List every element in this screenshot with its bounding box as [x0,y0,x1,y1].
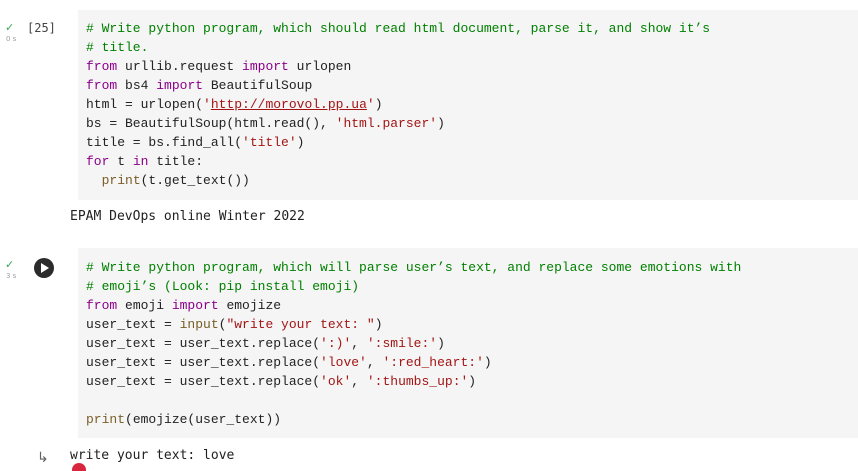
code-token: 'html.parser' [335,116,438,131]
code-content-2[interactable]: # Write python program, which will parse… [86,258,741,429]
code-token: emojize [218,298,282,313]
code-token: 'love' [320,355,367,370]
exec-time: 3 s [6,272,17,280]
code-token: user_text = user_text.replace( [86,336,321,351]
code-token: ' [203,97,211,112]
code-token: 'ok' [320,374,352,389]
code-token: ) [374,317,383,332]
code-token: from [86,298,118,313]
code-token: , [351,374,367,389]
play-icon [41,263,49,273]
code-token: (emojize(user_text)) [125,412,282,427]
code-token: # emoji’s (Look: pip install emoji) [86,279,360,294]
code-token: ) [437,116,445,131]
code-token: ) [437,336,445,351]
code-token: ':thumbs_up:' [366,374,469,389]
code-line[interactable]: print(emojize(user_text)) [86,410,741,429]
code-token: html = urlopen( [86,97,204,112]
check-icon: ✓ [5,21,15,34]
code-token: user_text = [86,317,180,332]
code-token: bs = BeautifulSoup(html.read(), [86,116,336,131]
run-cell-button[interactable] [34,258,54,278]
code-token: user_text = user_text.replace( [86,374,321,389]
code-line[interactable]: from bs4 import BeautifulSoup [86,76,710,95]
code-line[interactable]: html = urlopen('http://morovol.pp.ua') [86,95,710,114]
code-line[interactable]: from urllib.request import urlopen [86,57,710,76]
code-token: , [366,355,383,370]
code-token: bs4 [117,78,157,93]
code-token: ) [483,355,492,370]
code-token: ) [468,374,477,389]
code-token: urlopen [288,59,352,74]
check-icon: ✓ [5,258,15,271]
code-token: "write your text: " [226,317,375,332]
code-token: import [242,59,289,74]
code-line[interactable]: user_text = input("write your text: ") [86,315,741,334]
code-line[interactable]: user_text = user_text.replace('ok', ':th… [86,372,741,391]
code-token: import [171,298,219,313]
output-text-2: write your text: love [70,448,235,463]
code-token: urllib.request [117,59,243,74]
code-line[interactable]: user_text = user_text.replace('love', ':… [86,353,741,372]
code-token: ':smile:' [366,336,438,351]
code-token: ) [374,97,383,112]
code-token: from [86,59,118,74]
code-token: input [179,317,219,332]
code-line[interactable]: for t in title: [86,152,710,171]
code-line[interactable]: title = bs.find_all('title') [86,133,710,152]
code-token: # Write python program, which will parse… [86,260,742,275]
code-token: title = bs.find_all( [86,135,243,150]
code-token: 'title' [242,135,297,150]
code-token: from [86,78,118,93]
code-line[interactable]: # Write python program, which should rea… [86,19,710,38]
code-token: ' [366,97,375,112]
code-token: print [101,173,141,188]
code-token: # Write python program, which should rea… [86,21,711,36]
code-line[interactable]: # emoji’s (Look: pip install emoji) [86,277,741,296]
code-token: t [109,154,133,169]
code-token: in [132,154,149,169]
code-token: print [86,412,126,427]
exec-time: 0 s [6,35,17,43]
code-token: title: [148,154,204,169]
output-text-1: EPAM DevOps online Winter 2022 [70,209,305,224]
code-line[interactable]: from emoji import emojize [86,296,741,315]
code-line[interactable]: # Write python program, which will parse… [86,258,741,277]
execution-count: [25] [27,21,56,35]
output-arrow-icon: ↳ [37,450,49,466]
code-token: # title. [86,40,149,55]
code-line[interactable] [86,391,741,410]
code-token: (t.get_text()) [140,173,250,188]
code-token: BeautifulSoup [203,78,313,93]
code-content-1[interactable]: # Write python program, which should rea… [86,19,710,190]
code-token: emoji [117,298,172,313]
code-token: , [351,336,367,351]
code-line[interactable]: user_text = user_text.replace(':)', ':sm… [86,334,741,353]
code-line[interactable]: bs = BeautifulSoup(html.read(), 'html.pa… [86,114,710,133]
code-token: http://morovol.pp.ua [210,97,367,112]
code-token: for [86,154,110,169]
code-token: ':)' [320,336,352,351]
code-token: ':red_heart:' [382,355,484,370]
code-token: ) [296,135,305,150]
code-token: user_text = user_text.replace( [86,355,321,370]
code-line[interactable]: # title. [86,38,710,57]
code-line[interactable]: print(t.get_text()) [86,171,710,190]
code-token: import [156,78,204,93]
